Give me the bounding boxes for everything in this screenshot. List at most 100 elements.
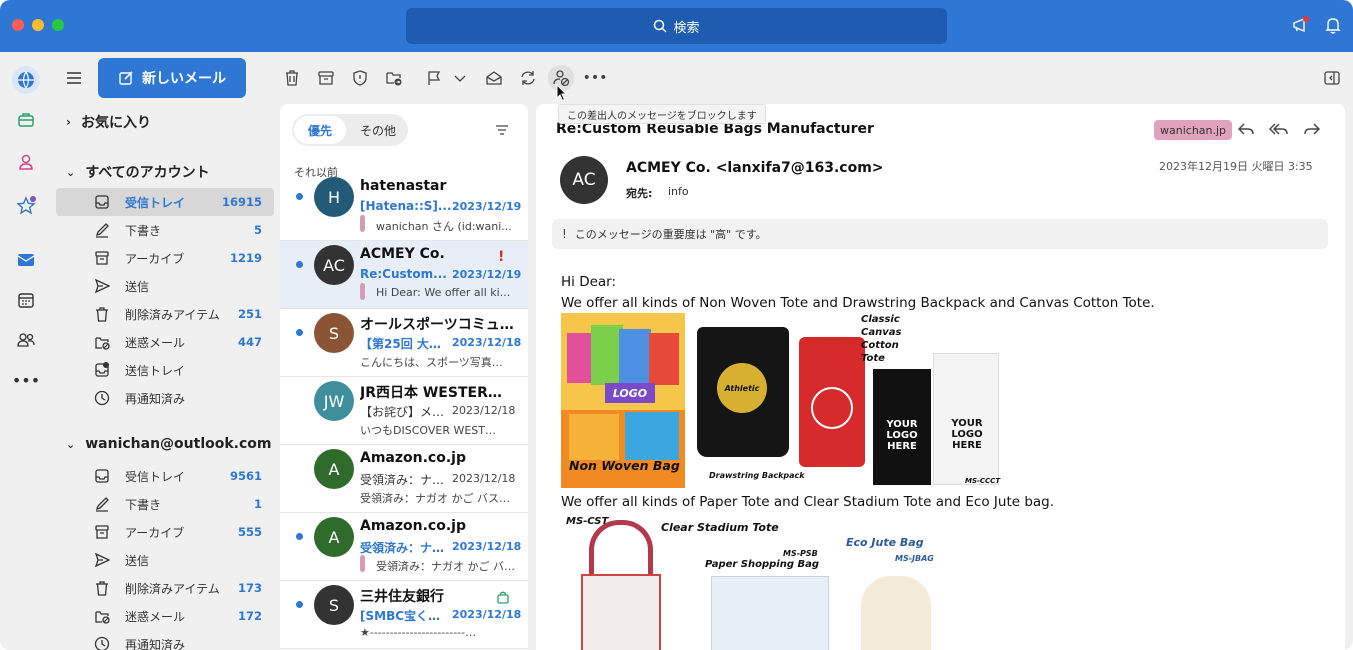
mouse-cursor-icon	[556, 83, 568, 102]
folder-label: 迷惑メール	[125, 335, 186, 350]
product-image-totes[interactable]: LOGO Non Woven Bag Athletic Drawstring B…	[561, 313, 1005, 488]
forward-icon[interactable]	[1302, 120, 1322, 142]
mail-icon[interactable]	[12, 246, 40, 274]
tab-focused[interactable]: 優先	[294, 116, 346, 144]
move-folder-icon[interactable]	[382, 66, 406, 90]
sidebar-folder[interactable]: 迷惑メール 447	[56, 328, 274, 356]
star-icon[interactable]	[12, 192, 40, 220]
paper-bag-photo	[711, 576, 829, 650]
sidebar-folder[interactable]: 下書き 5	[56, 216, 274, 244]
notification-bell-icon[interactable]	[1322, 14, 1344, 36]
tab-other[interactable]: その他	[350, 116, 406, 144]
sidebar-folder[interactable]: 迷惑メール 172	[56, 602, 274, 630]
sidebar-folder[interactable]: 削除済みアイテム 173	[56, 574, 274, 602]
message-row[interactable]: AC ACMEY Co. Re:Custom... 2023/12/19 Hi Dear…	[280, 241, 528, 309]
message-row[interactable]: S 三井住友銀行 [SMBC宝く… 2023/12/18 ★--------------…	[280, 581, 528, 649]
calendar-icon[interactable]	[12, 286, 40, 314]
high-importance-icon: !	[498, 249, 505, 265]
message-row[interactable]: A Amazon.co.jp 受領済み：ナ… 2023/12/18 受領済み：ナガオ か…	[280, 445, 528, 513]
hamburger-menu-icon[interactable]	[64, 68, 84, 88]
sidebar-folder[interactable]: 削除済みアイテム 251	[56, 300, 274, 328]
message-sender: オールスポーツコミュ…	[360, 317, 514, 333]
chevron-right-icon: ›	[66, 115, 71, 129]
flag-icon[interactable]	[422, 66, 446, 90]
message-row[interactable]: A Amazon.co.jp 受領済み：ナ… 2023/12/18 受領済み：ナガオ か…	[280, 513, 528, 581]
drawstring-bag-photo: Athletic	[697, 327, 789, 457]
app-window: 検索 ••• 新しいメール › お気に入り ⌄ すべてのアカウント 受信トレイ …	[0, 0, 1353, 650]
sidebar-folder[interactable]: 受信トレイ 9561	[56, 462, 274, 490]
message-preview: wanichan さん (id:wani...	[376, 220, 512, 233]
report-shield-icon[interactable]	[348, 66, 372, 90]
message-row[interactable]: S オールスポーツコミュ… 【第25回 大… 2023/12/18 こんにちは、スポーツ…	[280, 309, 528, 377]
minimize-window-button[interactable]	[32, 19, 44, 31]
account-label: wanichan@outlook.com	[85, 436, 272, 452]
sidebar-folder[interactable]: 受信トレイ 16915	[56, 188, 274, 216]
more-apps-icon[interactable]: •••	[12, 366, 40, 394]
folder-label: 下書き	[125, 497, 162, 512]
title-bar: 検索	[0, 0, 1353, 52]
archive-icon[interactable]	[314, 66, 338, 90]
junk-icon	[94, 334, 122, 350]
sidebar-folder[interactable]: 送信	[56, 546, 274, 574]
new-mail-label: 新しいメール	[142, 71, 226, 87]
briefcase-icon[interactable]	[12, 106, 40, 134]
message-row[interactable]: Hhatenastar [Hatena::S]... 2023/12/19 wanic…	[280, 177, 528, 241]
sidebar-folder[interactable]: 送信	[56, 272, 274, 300]
send-icon	[94, 278, 122, 294]
nonwoven-caption: Non Woven Bag	[569, 458, 680, 473]
person-icon[interactable]	[12, 148, 40, 176]
category-tag[interactable]: wanichan.jp	[1154, 120, 1233, 140]
body-greeting: Hi Dear:	[561, 274, 617, 290]
message-row[interactable]: JW JR西日本 WESTER… 【お詫び】メー… 2023/12/18 いつもDISC…	[280, 377, 528, 445]
announcement-icon[interactable]	[1290, 14, 1312, 36]
world-icon[interactable]	[12, 66, 40, 94]
mark-read-icon[interactable]	[482, 66, 506, 90]
account-section[interactable]: ⌄ wanichan@outlook.com	[66, 436, 272, 452]
flag-dropdown-chevron-icon[interactable]	[448, 66, 472, 90]
sender-avatar[interactable]: AC	[560, 156, 608, 204]
sidebar-folder[interactable]: 下書き 1	[56, 490, 274, 518]
compose-icon	[119, 71, 133, 85]
people-icon[interactable]	[12, 326, 40, 354]
message-sender: hatenastar	[360, 178, 447, 194]
reply-all-icon[interactable]	[1268, 120, 1290, 142]
white-tote-photo: YOUR LOGO HERE	[933, 353, 999, 485]
folder-count: 173	[237, 581, 262, 595]
sync-icon[interactable]	[516, 66, 540, 90]
more-options-icon[interactable]: •••	[583, 66, 608, 90]
message-subject: 受領済み：ナ…	[360, 473, 445, 487]
favorites-section[interactable]: › お気に入り	[66, 112, 151, 132]
message-subject: 【第25回 大…	[360, 337, 441, 351]
zoom-window-button[interactable]	[52, 19, 64, 31]
product-image-bags[interactable]: MS-CST Clear Stadium Tote MS-PSB Paper S…	[561, 514, 951, 650]
delete-icon[interactable]	[280, 66, 304, 90]
reading-pane-toggle-icon[interactable]	[1320, 66, 1344, 90]
close-window-button[interactable]	[12, 19, 24, 31]
trash-icon	[94, 580, 122, 596]
sender-address[interactable]: ACMEY Co. <lanxifa7@163.com>	[626, 160, 884, 176]
sidebar-folder[interactable]: 送信トレイ	[56, 356, 274, 384]
all-accounts-label: すべてのアカウント	[85, 165, 210, 181]
clear-caption: Clear Stadium Tote	[661, 521, 779, 534]
sidebar-folder[interactable]: アーカイブ 1219	[56, 244, 274, 272]
message-subject: [SMBC宝く…	[360, 609, 441, 623]
folder-label: 削除済みアイテム	[125, 307, 220, 322]
new-mail-button[interactable]: 新しいメール	[98, 58, 246, 98]
colored-bags-photo: LOGO	[561, 313, 685, 410]
to-value[interactable]: info	[668, 185, 689, 198]
to-label: 宛先:	[626, 187, 653, 200]
folder-label: 再通知済み	[125, 391, 186, 406]
sidebar-folder[interactable]: アーカイブ 555	[56, 518, 274, 546]
reply-icon[interactable]	[1236, 120, 1256, 142]
nonwoven-bags-photo: Non Woven Bag	[561, 410, 685, 488]
psb-code: MS-PSB	[783, 549, 818, 558]
all-accounts-section[interactable]: ⌄ すべてのアカウント	[66, 162, 210, 182]
outbox-icon	[94, 362, 122, 378]
filter-icon[interactable]	[494, 122, 512, 138]
search-box[interactable]: 検索	[406, 8, 947, 44]
junk-icon	[94, 608, 122, 624]
sidebar-folder[interactable]: 再通知済み	[56, 630, 274, 650]
unread-dot	[296, 533, 303, 540]
sidebar-folder[interactable]: 再通知済み	[56, 384, 274, 412]
message-date: 2023/12/18	[452, 404, 516, 417]
